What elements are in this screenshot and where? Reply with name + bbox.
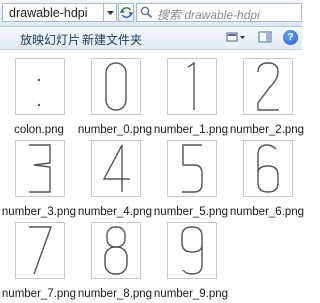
refresh-button[interactable] (118, 3, 134, 22)
file-name: number_9.png (153, 288, 229, 300)
digit-2-glyph (257, 62, 279, 111)
thumbnail (167, 58, 217, 115)
digit-0-glyph (105, 62, 127, 111)
file-item-number-3[interactable]: number_3.png (1, 135, 77, 218)
address-dropdown-button[interactable] (104, 3, 117, 22)
digit-1-glyph (187, 61, 195, 110)
search-icon (140, 6, 153, 19)
file-name: number_8.png (77, 288, 153, 300)
file-item-number-7[interactable]: number_7.png (1, 217, 77, 300)
new-folder-button[interactable]: 新建文件夹 (82, 31, 142, 48)
digit-4-glyph (102, 144, 130, 192)
thumbnail (167, 140, 217, 197)
file-item-number-5[interactable]: number_5.png (153, 135, 229, 218)
digit-8-glyph (104, 226, 128, 275)
thumbnail (167, 222, 217, 279)
search-input[interactable]: 搜索 drawable-hdpi (136, 3, 302, 22)
digit-3-glyph (29, 144, 51, 193)
slideshow-button[interactable]: 放映幻灯片 (20, 31, 80, 48)
address-path: drawable-hdpi (9, 6, 88, 20)
preview-pane-button[interactable] (258, 30, 272, 45)
command-bar: 放映幻灯片 新建文件夹 ? (0, 27, 302, 50)
views-icon (226, 32, 245, 42)
thumbnail (243, 140, 293, 197)
file-item-number-1[interactable]: number_1.png (153, 53, 229, 136)
thumbnail (15, 58, 65, 115)
address-bar: drawable-hdpi 搜索 drawable-hdpi (0, 0, 302, 27)
digit-5-glyph (182, 144, 203, 193)
refresh-icon (120, 7, 133, 18)
chevron-down-icon (107, 11, 114, 15)
digit-9-glyph (181, 226, 203, 275)
address-field[interactable]: drawable-hdpi (2, 3, 104, 22)
file-name: number_7.png (1, 288, 77, 300)
file-item-number-6[interactable]: number_6.png (229, 135, 305, 218)
thumbnail (91, 140, 141, 197)
thumbnail (15, 222, 65, 279)
file-item-number-9[interactable]: number_9.png (153, 217, 229, 300)
digit-6-glyph (257, 144, 279, 193)
thumbnail (243, 58, 293, 115)
views-button[interactable] (226, 30, 248, 45)
file-grid: colon.png number_0.png number_1.png numb… (0, 50, 305, 303)
thumbnail (15, 140, 65, 197)
file-item-number-4[interactable]: number_4.png (77, 135, 153, 218)
preview-pane-icon (258, 31, 272, 43)
digit-7-glyph (29, 226, 52, 275)
file-item-number-0[interactable]: number_0.png (77, 53, 153, 136)
help-button[interactable]: ? (283, 30, 298, 45)
thumbnail (91, 58, 141, 115)
file-item-colon[interactable]: colon.png (1, 53, 77, 136)
file-item-number-2[interactable]: number_2.png (229, 53, 305, 136)
file-name: number_6.png (229, 206, 305, 218)
thumbnail (91, 222, 141, 279)
file-item-number-8[interactable]: number_8.png (77, 217, 153, 300)
search-placeholder: 搜索 drawable-hdpi (157, 8, 260, 22)
colon-glyph (37, 78, 41, 107)
